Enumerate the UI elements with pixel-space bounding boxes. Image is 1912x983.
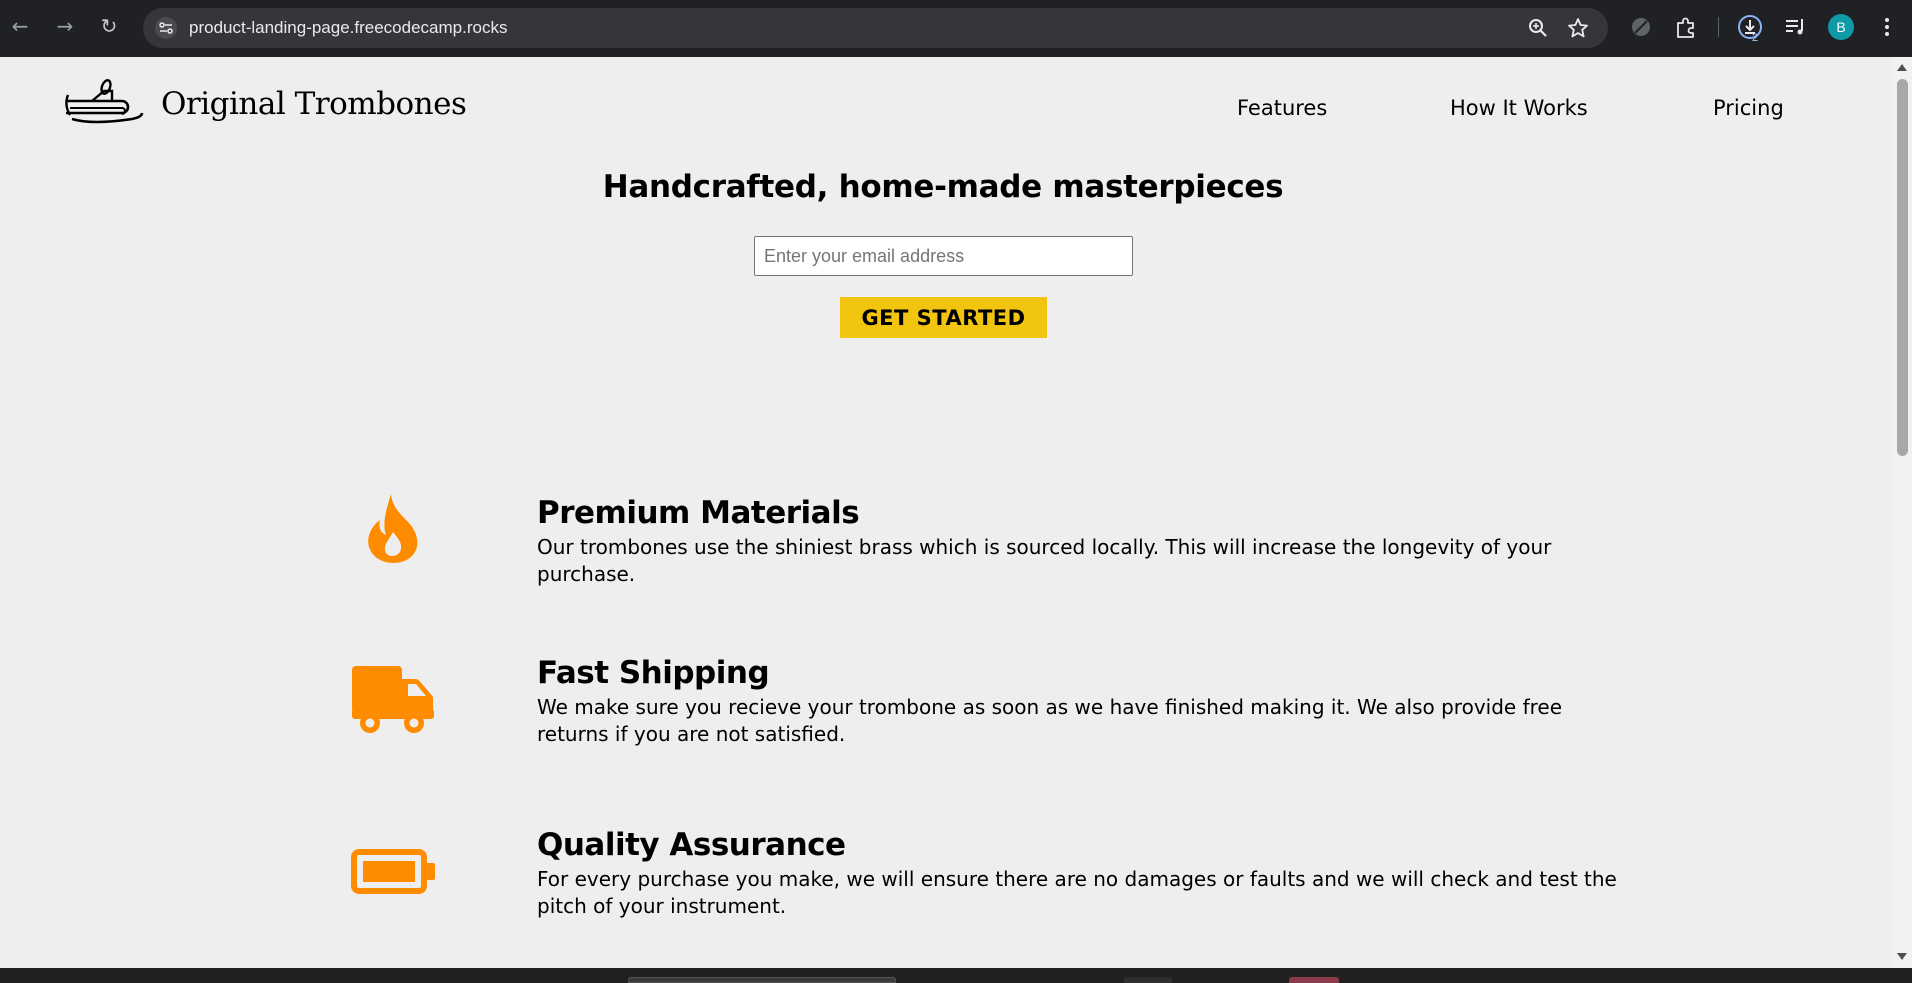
url-text[interactable]: product-landing-page.freecodecamp.rocks bbox=[189, 18, 507, 38]
hero-title: Handcrafted, home-made masterpieces bbox=[602, 169, 1284, 205]
site-info-icon[interactable] bbox=[155, 17, 177, 39]
zoom-icon[interactable] bbox=[1527, 17, 1549, 39]
taskbar-app-icon[interactable] bbox=[1124, 977, 1172, 983]
feature-description: For every purchase you make, we will ens… bbox=[537, 867, 1617, 918]
scroll-thumb[interactable] bbox=[1897, 79, 1908, 456]
browser-menu-icon[interactable] bbox=[1874, 14, 1900, 40]
nav-link-how-it-works[interactable]: How It Works bbox=[1450, 96, 1588, 120]
address-bar[interactable]: product-landing-page.freecodecamp.rocks bbox=[143, 8, 1608, 48]
media-queue-icon[interactable] bbox=[1783, 14, 1809, 40]
battery-icon bbox=[351, 849, 436, 899]
truck-icon bbox=[351, 665, 435, 740]
get-started-button[interactable]: GET STARTED bbox=[840, 297, 1047, 338]
profile-avatar[interactable]: B bbox=[1828, 14, 1854, 40]
download-icon[interactable] bbox=[1737, 14, 1763, 40]
forward-icon[interactable]: → bbox=[53, 14, 77, 38]
feature-title: Fast Shipping bbox=[537, 655, 770, 691]
toolbar-separator bbox=[1718, 17, 1719, 37]
nav-link-pricing[interactable]: Pricing bbox=[1713, 96, 1784, 120]
taskbar-app-icon[interactable] bbox=[1289, 977, 1339, 983]
os-taskbar bbox=[0, 968, 1912, 983]
nav-link-features[interactable]: Features bbox=[1237, 96, 1327, 120]
feature-description: Our trombones use the shiniest brass whi… bbox=[537, 535, 1552, 586]
email-input[interactable] bbox=[754, 236, 1133, 276]
scroll-down-icon[interactable] bbox=[1897, 953, 1907, 960]
extensions-puzzle-icon[interactable] bbox=[1673, 14, 1699, 40]
extension-blocked-icon[interactable] bbox=[1628, 14, 1654, 40]
back-icon[interactable]: ← bbox=[8, 14, 32, 38]
download-count-badge: 2 bbox=[1752, 32, 1759, 44]
feature-description: We make sure you recieve your trombone a… bbox=[537, 695, 1562, 746]
scroll-up-icon[interactable] bbox=[1897, 64, 1907, 71]
fire-icon bbox=[366, 492, 420, 569]
taskbar-search-box[interactable] bbox=[628, 977, 896, 983]
brand-name: Original Trombones bbox=[161, 86, 467, 122]
feature-title: Quality Assurance bbox=[537, 827, 846, 863]
browser-toolbar: ← → ↻ product-landing-page.freecodecamp.… bbox=[0, 0, 1912, 57]
bookmark-star-icon[interactable] bbox=[1567, 17, 1589, 39]
page-scrollbar[interactable] bbox=[1893, 57, 1912, 968]
feature-title: Premium Materials bbox=[537, 495, 860, 531]
reload-icon[interactable]: ↻ bbox=[97, 14, 121, 38]
trombone-logo-icon[interactable] bbox=[62, 79, 144, 131]
